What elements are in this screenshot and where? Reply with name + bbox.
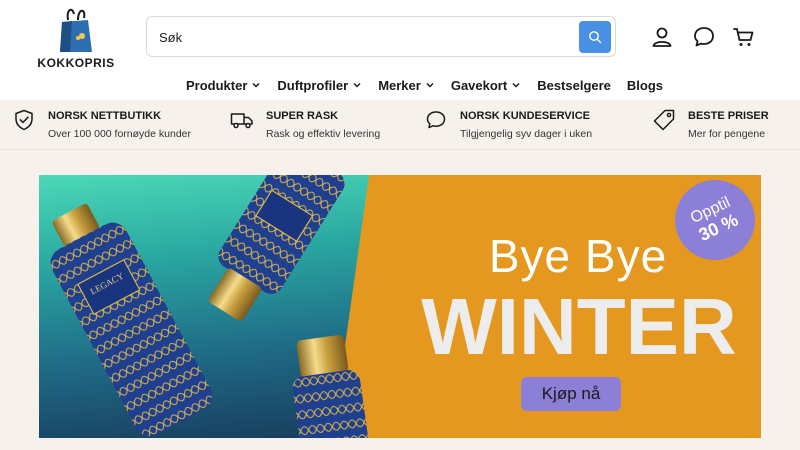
nav-item-merker[interactable]: Merker [378,76,435,94]
banner-headline-line2: WINTER [421,282,737,371]
truck-icon [230,113,253,129]
chat-bubble-icon [426,111,446,129]
usp-bar: NORSK NETTBUTIKK Over 100 000 fornøyde k… [0,100,800,150]
usp-subtitle: Tilgjengelig syv dager i uken [460,128,593,140]
search-input[interactable] [159,25,559,49]
search-icon [589,31,602,44]
logo-text: KOKKOPRIS [37,56,115,70]
search-bar [146,16,616,57]
logo[interactable]: KOKKOPRIS [36,6,116,70]
chat-icon[interactable] [692,25,716,49]
site-header: KOKKOPRIS Produkter Duftprofiler [0,0,800,100]
chevron-down-icon [252,82,260,88]
usp-title: NORSK KUNDESERVICE [460,110,590,122]
main-nav: Produkter Duftprofiler Merker Gavekort B… [186,76,663,94]
nav-item-duftprofiler[interactable]: Duftprofiler [277,76,362,94]
shop-now-button[interactable]: Kjøp nå [521,377,621,411]
price-tag-icon [653,109,675,131]
nav-item-produkter[interactable]: Produkter [186,76,261,94]
perfume-bottles-image: LEGACY [50,175,370,438]
usp-title: SUPER RASK [266,110,339,122]
chevron-down-icon [353,82,361,88]
usp-subtitle: Mer for pengene [688,128,766,140]
usp-title: BESTE PRISER [688,110,769,122]
nav-label: Bestselgere [537,77,611,93]
nav-label: Produkter [186,77,248,93]
usp-title: NORSK NETTBUTIKK [48,110,162,122]
hero-banner[interactable]: LEGACY Opptil 30 % Bye Bye WINTER Kjøp n… [39,175,761,438]
nav-label: Blogs [626,77,664,93]
shield-check-icon [15,109,33,131]
usp-subtitle: Rask og effektiv levering [266,128,381,140]
banner-headline-line1: Bye Bye [488,230,668,282]
nav-item-blogs[interactable]: Blogs [627,76,663,94]
nav-item-bestselgere[interactable]: Bestselgere [537,76,611,94]
search-button[interactable] [579,21,611,53]
nav-label: Duftprofiler [277,77,349,93]
chevron-down-icon [512,82,520,88]
chevron-down-icon [426,82,434,88]
nav-label: Gavekort [450,77,508,93]
nav-item-gavekort[interactable]: Gavekort [451,76,521,94]
account-icon[interactable] [650,25,674,49]
nav-label: Merker [378,77,421,93]
cart-icon[interactable] [732,25,756,49]
usp-subtitle: Over 100 000 fornøyde kunder [48,128,192,140]
shopping-bag-logo-icon [60,8,92,52]
